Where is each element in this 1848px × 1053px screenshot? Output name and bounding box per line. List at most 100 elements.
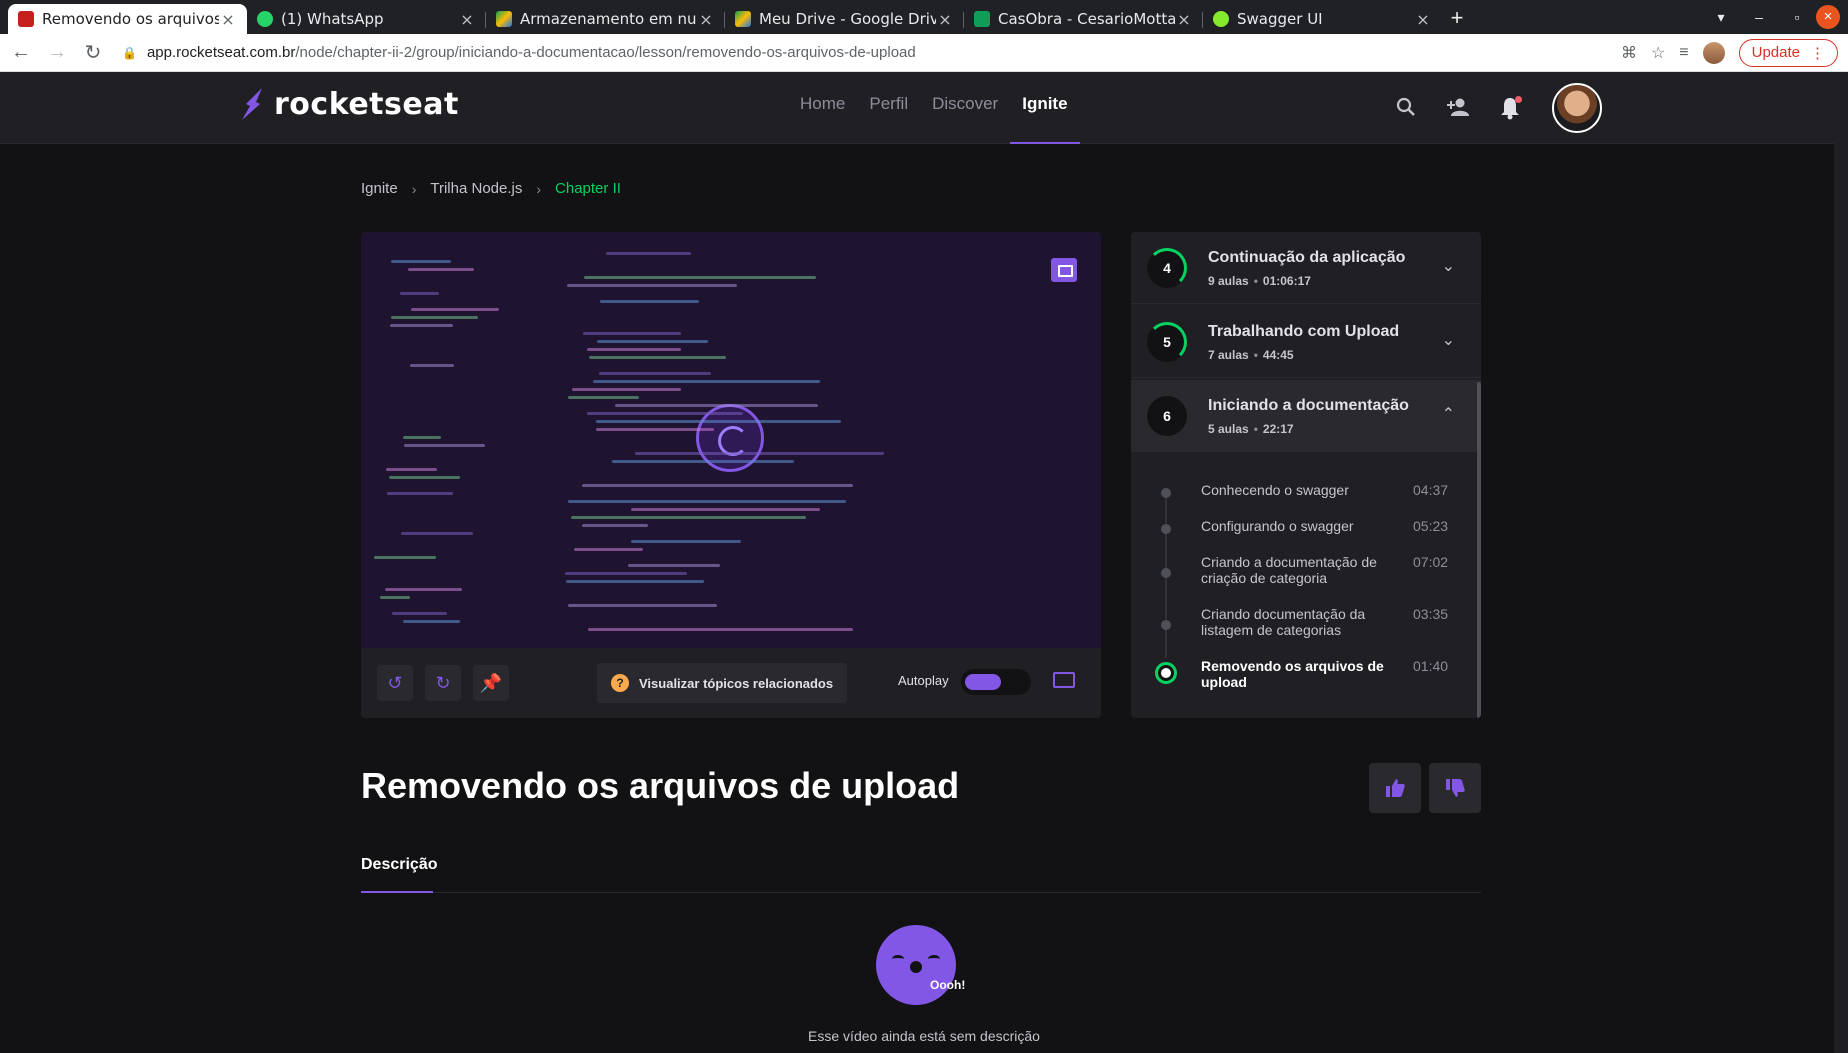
code-line	[410, 364, 455, 367]
close-window-icon[interactable]: ×	[1816, 5, 1840, 29]
module-4[interactable]: 4 Continuação da aplicação 9 aulas • 01:06…	[1131, 232, 1481, 304]
close-tab-icon[interactable]: ×	[458, 10, 476, 29]
chevron-down-icon[interactable]: ⌄	[1442, 330, 1455, 350]
browser-toolbar: ← → ↻ 🔒 app.rocketseat.com.br/node/chapt…	[0, 34, 1848, 72]
code-line	[628, 564, 721, 567]
site-header: rocketseat Home Perfil Discover Ignite	[0, 72, 1848, 144]
video-player: ↺ ↻ 📌 ? Visualizar tópicos relacionados …	[361, 232, 1101, 718]
autoplay-toggle[interactable]	[961, 669, 1031, 695]
google-sheets-favicon-icon	[974, 11, 990, 27]
code-line	[402, 436, 441, 439]
module-5[interactable]: 5 Trabalhando com Upload 7 aulas • 44:45 ⌄	[1131, 306, 1481, 378]
restore-icon[interactable]: ▫	[1778, 9, 1816, 25]
lesson-title: Criando documentação da listagem de cate…	[1201, 606, 1366, 638]
browser-tab-google-drive[interactable]: Meu Drive - Google Drive ×	[725, 4, 964, 34]
breadcrumb-trilha[interactable]: Trilha Node.js	[430, 180, 522, 197]
thumbs-down-icon[interactable]	[1429, 763, 1481, 813]
nav-perfil[interactable]: Perfil	[857, 72, 920, 144]
nav-discover[interactable]: Discover	[920, 72, 1010, 144]
rewind-10-button[interactable]: ↺	[377, 665, 413, 701]
code-line	[565, 572, 687, 575]
breadcrumb-chapter[interactable]: Chapter II	[555, 180, 621, 197]
tab-title: CasObra - CesarioMotta.x	[998, 10, 1175, 28]
code-line	[388, 476, 460, 479]
browser-tab-swagger[interactable]: Swagger UI ×	[1203, 4, 1442, 34]
close-tab-icon[interactable]: ×	[697, 10, 715, 29]
toolbar-actions: ⌘ ☆ ≡ Update ⋮	[1621, 38, 1838, 67]
breadcrumb: Ignite › Trilha Node.js › Chapter II	[361, 180, 621, 197]
browser-tab-rocketseat[interactable]: Removendo os arquivos d ×	[8, 4, 247, 34]
code-line	[566, 580, 705, 583]
rocketseat-logo[interactable]: rocketseat	[238, 86, 459, 122]
breadcrumb-ignite[interactable]: Ignite	[361, 180, 398, 197]
lesson-dot-icon	[1161, 488, 1171, 498]
tab-title: Meu Drive - Google Drive	[759, 10, 936, 28]
video-frame[interactable]	[361, 232, 1101, 648]
close-tab-icon[interactable]: ×	[1175, 10, 1193, 29]
nav-ignite[interactable]: Ignite	[1010, 72, 1080, 144]
add-friend-icon[interactable]	[1446, 96, 1470, 120]
module-duration: 22:17	[1262, 422, 1294, 436]
user-avatar[interactable]	[1552, 83, 1602, 133]
code-line	[389, 324, 453, 327]
url-path: /node/chapter-ii-2/group/iniciando-a-doc…	[295, 44, 916, 61]
module-title: Iniciando a documentação	[1208, 397, 1409, 414]
sidebar-scrollbar[interactable]	[1477, 382, 1481, 718]
thumbs-up-icon[interactable]	[1369, 763, 1421, 813]
browser-tab-whatsapp[interactable]: (1) WhatsApp ×	[247, 4, 486, 34]
chevron-down-icon[interactable]: ⌄	[1442, 256, 1455, 276]
reading-list-icon[interactable]: ≡	[1679, 44, 1688, 62]
bookmark-star-icon[interactable]: ☆	[1651, 43, 1665, 63]
browser-tab-sheets[interactable]: CasObra - CesarioMotta.x ×	[964, 4, 1203, 34]
address-bar[interactable]: 🔒 app.rocketseat.com.br/node/chapter-ii-…	[122, 38, 1621, 68]
forward-arrow-icon[interactable]: →	[42, 41, 72, 64]
picture-in-picture-icon[interactable]	[1051, 258, 1077, 282]
lesson-title: Conhecendo o swagger	[1201, 482, 1349, 498]
code-line	[373, 556, 437, 559]
nav-home[interactable]: Home	[788, 72, 857, 144]
page-scrollbar[interactable]	[1834, 72, 1848, 1053]
chevron-up-icon[interactable]: ⌃	[1442, 404, 1455, 424]
tab-title: Swagger UI	[1237, 10, 1323, 28]
lesson-title: Removendo os arquivos de upload	[1201, 658, 1384, 690]
lesson-dot-icon	[1161, 524, 1171, 534]
translate-icon[interactable]: ⌘	[1621, 43, 1637, 63]
code-line	[387, 492, 453, 495]
google-drive-favicon-icon	[496, 11, 512, 27]
theater-mode-icon[interactable]	[1053, 672, 1075, 688]
lesson-duration: 03:35	[1413, 606, 1449, 622]
code-line	[583, 332, 681, 335]
module-6[interactable]: 6 Iniciando a documentação 5 aulas • 22:17…	[1131, 380, 1481, 452]
module-lessons: 7 aulas	[1208, 348, 1249, 362]
tab-search-icon[interactable]: ▾	[1702, 9, 1740, 26]
module-progress-ring: 4	[1147, 248, 1187, 288]
module-duration: 44:45	[1262, 348, 1294, 362]
profile-avatar[interactable]	[1702, 41, 1725, 64]
module-progress-ring: 5	[1147, 322, 1187, 362]
close-tab-icon[interactable]: ×	[936, 10, 954, 29]
search-icon[interactable]	[1394, 96, 1418, 120]
back-arrow-icon[interactable]: ←	[6, 41, 36, 64]
code-line	[635, 452, 885, 455]
related-topics-button[interactable]: ? Visualizar tópicos relacionados	[597, 663, 848, 703]
related-topics-label: Visualizar tópicos relacionados	[639, 675, 834, 691]
notification-bell-icon[interactable]	[1498, 96, 1522, 120]
rocket-icon	[242, 88, 262, 120]
update-button[interactable]: Update ⋮	[1738, 38, 1838, 67]
code-line	[571, 516, 806, 519]
code-line	[596, 420, 841, 423]
reload-icon[interactable]: ↻	[78, 40, 108, 65]
tab-title: Removendo os arquivos d	[42, 10, 219, 28]
browser-tab-drive-storage[interactable]: Armazenamento em nuve ×	[486, 4, 725, 34]
code-line	[587, 348, 682, 351]
close-tab-icon[interactable]: ×	[1414, 10, 1432, 29]
minimize-icon[interactable]: –	[1740, 9, 1778, 25]
tab-description[interactable]: Descrição	[361, 856, 438, 874]
forward-10-button[interactable]: ↻	[425, 665, 461, 701]
pin-icon[interactable]: 📌	[473, 665, 509, 701]
new-tab-button[interactable]: +	[1442, 4, 1472, 34]
code-line	[410, 308, 499, 311]
lock-icon[interactable]: 🔒	[122, 46, 137, 60]
close-tab-icon[interactable]: ×	[219, 10, 237, 29]
autoplay-label: Autoplay	[898, 673, 949, 688]
